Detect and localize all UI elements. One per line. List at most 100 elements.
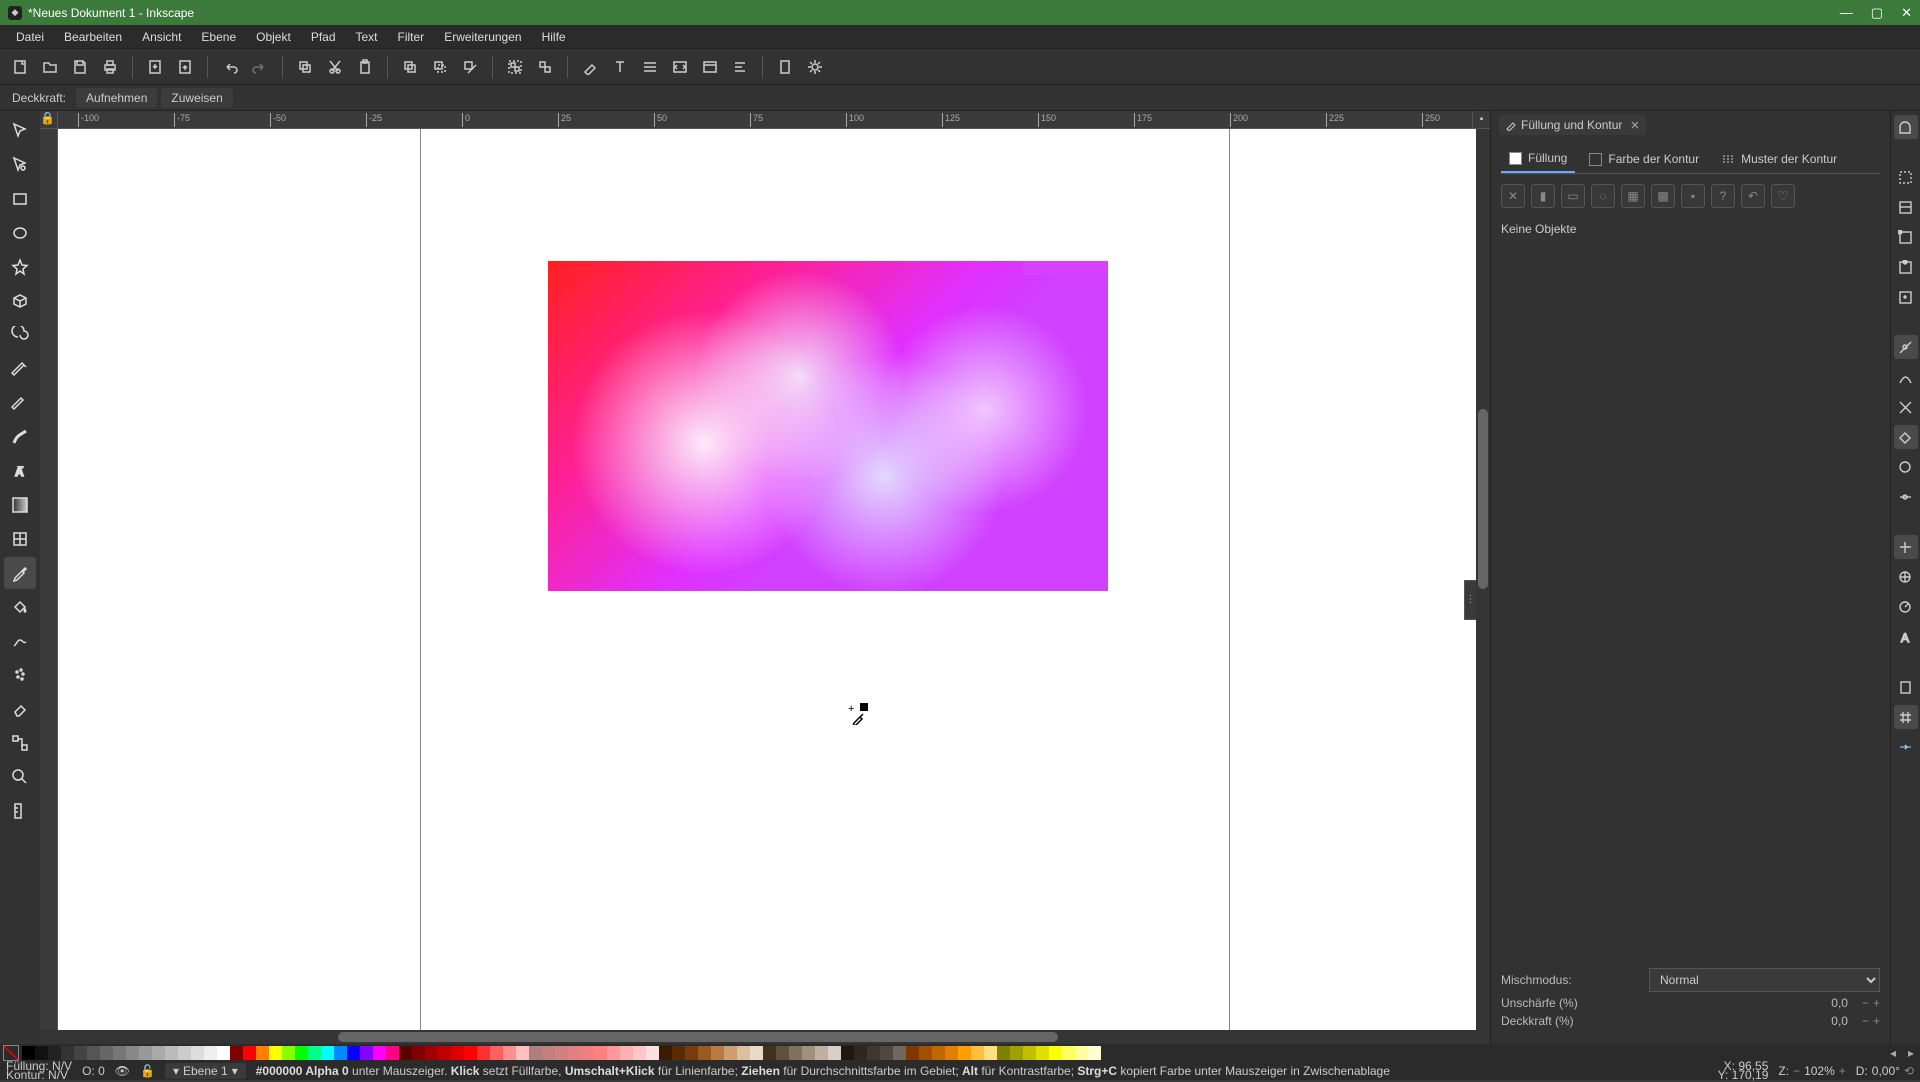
- ruler-units[interactable]: ▪: [1472, 111, 1490, 129]
- spiral-tool[interactable]: [4, 319, 36, 351]
- menu-file[interactable]: Datei: [6, 26, 54, 48]
- palette-swatch[interactable]: [230, 1046, 243, 1060]
- tab-fill[interactable]: Füllung: [1501, 145, 1575, 173]
- assign-mode-button[interactable]: Zuweisen: [161, 88, 232, 108]
- palette-swatch[interactable]: [776, 1046, 789, 1060]
- palette-swatches[interactable]: [22, 1046, 1884, 1060]
- palette-swatch[interactable]: [711, 1046, 724, 1060]
- palette-swatch[interactable]: [542, 1046, 555, 1060]
- palette-swatch[interactable]: [659, 1046, 672, 1060]
- pick-mode-button[interactable]: Aufnehmen: [76, 88, 157, 108]
- snap-bbox-corner[interactable]: [1894, 225, 1918, 249]
- panel-tab-fill-stroke[interactable]: Füllung und Kontur ✕: [1499, 115, 1646, 135]
- snap-node-smooth[interactable]: [1894, 455, 1918, 479]
- mesh-gradient-rectangle[interactable]: [548, 261, 1108, 591]
- spray-tool[interactable]: [4, 659, 36, 691]
- measure-tool[interactable]: [4, 795, 36, 827]
- palette-swatch[interactable]: [1010, 1046, 1023, 1060]
- zoom-plus[interactable]: +: [1839, 1064, 1846, 1078]
- palette-swatch[interactable]: [217, 1046, 230, 1060]
- snap-node-cusp[interactable]: [1894, 425, 1918, 449]
- palette-swatch[interactable]: [464, 1046, 477, 1060]
- palette-swatch[interactable]: [282, 1046, 295, 1060]
- copy-button[interactable]: [291, 53, 319, 81]
- palette-swatch[interactable]: [568, 1046, 581, 1060]
- palette-swatch[interactable]: [867, 1046, 880, 1060]
- palette-swatch[interactable]: [1075, 1046, 1088, 1060]
- palette-swatch[interactable]: [139, 1046, 152, 1060]
- zoom-tool[interactable]: [4, 761, 36, 793]
- palette-swatch[interactable]: [763, 1046, 776, 1060]
- palette-swatch[interactable]: [1023, 1046, 1036, 1060]
- palette-swatch[interactable]: [399, 1046, 412, 1060]
- palette-swatch[interactable]: [672, 1046, 685, 1060]
- xml-button[interactable]: [666, 53, 694, 81]
- palette-swatch[interactable]: [451, 1046, 464, 1060]
- palette-swatch[interactable]: [698, 1046, 711, 1060]
- palette-swatch[interactable]: [633, 1046, 646, 1060]
- snap-master-toggle[interactable]: [1894, 115, 1918, 139]
- paint-swatch-button[interactable]: ▪: [1681, 184, 1705, 208]
- unlink-clone-button[interactable]: [456, 53, 484, 81]
- palette-swatch[interactable]: [906, 1046, 919, 1060]
- cut-button[interactable]: [321, 53, 349, 81]
- duplicate-button[interactable]: [396, 53, 424, 81]
- palette-swatch[interactable]: [997, 1046, 1010, 1060]
- calligraphy-tool[interactable]: [4, 421, 36, 453]
- palette-swatch[interactable]: [412, 1046, 425, 1060]
- palette-swatch[interactable]: [22, 1046, 35, 1060]
- zoom-minus[interactable]: −: [1793, 1064, 1800, 1078]
- palette-swatch[interactable]: [984, 1046, 997, 1060]
- palette-swatch[interactable]: [74, 1046, 87, 1060]
- palette-swatch[interactable]: [308, 1046, 321, 1060]
- palette-swatch[interactable]: [61, 1046, 74, 1060]
- palette-swatch[interactable]: [100, 1046, 113, 1060]
- palette-swatch[interactable]: [347, 1046, 360, 1060]
- snap-center[interactable]: [1894, 565, 1918, 589]
- doc-props-button[interactable]: [771, 53, 799, 81]
- snap-grid[interactable]: [1894, 705, 1918, 729]
- palette-swatch[interactable]: [477, 1046, 490, 1060]
- rectangle-tool[interactable]: [4, 183, 36, 215]
- palette-swatch[interactable]: [1088, 1046, 1101, 1060]
- lock-icon[interactable]: 🔓: [140, 1064, 155, 1078]
- save-button[interactable]: [66, 53, 94, 81]
- pen-tool[interactable]: [4, 353, 36, 385]
- palette-swatch[interactable]: [958, 1046, 971, 1060]
- ruler-origin[interactable]: 🔒: [40, 111, 58, 129]
- palette-swatch[interactable]: [685, 1046, 698, 1060]
- palette-swatch[interactable]: [607, 1046, 620, 1060]
- new-doc-button[interactable]: [6, 53, 34, 81]
- palette-swatch[interactable]: [204, 1046, 217, 1060]
- snap-intersection[interactable]: [1894, 395, 1918, 419]
- menu-layer[interactable]: Ebene: [191, 26, 246, 48]
- snap-bbox-midpoint[interactable]: [1894, 255, 1918, 279]
- snap-path[interactable]: [1894, 365, 1918, 389]
- prefs-button[interactable]: [801, 53, 829, 81]
- paste-button[interactable]: [351, 53, 379, 81]
- print-button[interactable]: [96, 53, 124, 81]
- menu-path[interactable]: Pfad: [301, 26, 346, 48]
- palette-swatch[interactable]: [1049, 1046, 1062, 1060]
- import-button[interactable]: [141, 53, 169, 81]
- palette-swatch[interactable]: [516, 1046, 529, 1060]
- palette-swatch[interactable]: [1062, 1046, 1075, 1060]
- palette-swatch[interactable]: [334, 1046, 347, 1060]
- horizontal-scrollbar[interactable]: [40, 1030, 1490, 1044]
- menu-view[interactable]: Ansicht: [132, 26, 191, 48]
- menu-object[interactable]: Objekt: [246, 26, 301, 48]
- pencil-tool[interactable]: [4, 387, 36, 419]
- canvas[interactable]: + ⋮: [58, 129, 1476, 1030]
- box3d-tool[interactable]: [4, 285, 36, 317]
- ungroup-button[interactable]: [531, 53, 559, 81]
- palette-swatch[interactable]: [321, 1046, 334, 1060]
- paint-unknown-button[interactable]: ?: [1711, 184, 1735, 208]
- menu-help[interactable]: Hilfe: [532, 26, 576, 48]
- palette-swatch[interactable]: [1036, 1046, 1049, 1060]
- status-zoom[interactable]: Z: − 102% +: [1778, 1064, 1845, 1078]
- palette-swatch[interactable]: [620, 1046, 633, 1060]
- clone-button[interactable]: [426, 53, 454, 81]
- palette-swatch[interactable]: [191, 1046, 204, 1060]
- layers-button[interactable]: [636, 53, 664, 81]
- tab-stroke-paint[interactable]: Farbe der Kontur: [1581, 145, 1707, 173]
